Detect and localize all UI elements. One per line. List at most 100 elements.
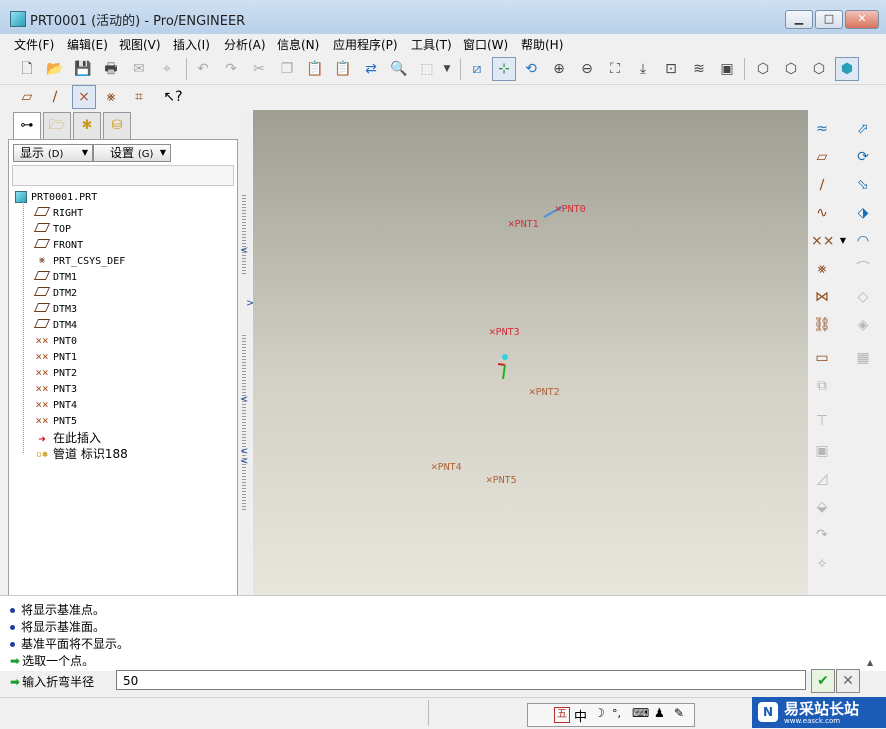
trim-icon[interactable]: ◿: [811, 468, 833, 490]
paste-special-icon[interactable]: 📋: [332, 58, 354, 80]
datum-curve-icon[interactable]: ∿: [811, 202, 833, 224]
tag-display-icon[interactable]: ⌗: [128, 86, 150, 108]
blend-icon[interactable]: ⬗: [852, 202, 874, 224]
menu-file[interactable]: 文件(F): [14, 36, 54, 53]
analysis-icon[interactable]: ⋈: [811, 286, 833, 308]
tree-item-csys[interactable]: ⨳ PRT_CSYS_DEF: [35, 254, 125, 270]
accept-button[interactable]: ✔: [811, 669, 835, 693]
chevron-down-icon[interactable]: ▼: [436, 58, 458, 80]
email-icon[interactable]: ✉: [128, 58, 150, 80]
ime-wubi-icon[interactable]: 五: [554, 707, 570, 723]
collapse-arrow-icon[interactable]: <: [240, 394, 248, 405]
zoom-out-icon[interactable]: ⊖: [576, 58, 598, 80]
shell-icon[interactable]: ▭: [811, 347, 833, 369]
tree-item-front[interactable]: FRONT: [33, 238, 83, 254]
undo-icon[interactable]: ↶: [192, 58, 214, 80]
tree-item-pnt0[interactable]: ⨯⨯ PNT0: [35, 334, 77, 350]
datum-axis-tool-icon[interactable]: ∕: [811, 174, 833, 196]
bend-radius-input[interactable]: 50: [116, 670, 806, 690]
print-icon[interactable]: 🖶: [100, 58, 122, 80]
repaint-icon[interactable]: ⧄: [466, 58, 488, 80]
model-tree-tab[interactable]: ⊶: [13, 112, 41, 140]
tree-item-pnt4[interactable]: ⨯⨯ PNT4: [35, 398, 77, 414]
tree-item-top[interactable]: TOP: [33, 222, 71, 238]
revolve-icon[interactable]: ⟳: [852, 146, 874, 168]
hole-icon[interactable]: ◠: [852, 230, 874, 252]
favorites-tab[interactable]: ✱: [73, 112, 101, 140]
plane-display-icon[interactable]: ▱: [16, 86, 38, 108]
copy-icon[interactable]: ❐: [276, 58, 298, 80]
datum-point-tool-icon[interactable]: ⨯⨯: [811, 230, 834, 252]
rib-icon[interactable]: ▦: [852, 347, 874, 369]
tree-item-pnt3[interactable]: ⨯⨯ PNT3: [35, 382, 77, 398]
find-icon[interactable]: 🔍: [388, 58, 410, 80]
wireframe-icon[interactable]: ⬡: [752, 58, 774, 80]
sweep-icon[interactable]: ⬂: [852, 174, 874, 196]
send-icon[interactable]: ⌖: [156, 58, 178, 80]
new-file-icon[interactable]: 🗋: [16, 58, 38, 80]
csys-tool-icon[interactable]: ⨳: [811, 258, 833, 280]
layers-icon[interactable]: ≋: [688, 58, 710, 80]
folder-browser-tab[interactable]: 🗁: [43, 112, 71, 140]
show-dropdown[interactable]: 显示 (D) ▼: [13, 144, 93, 162]
copy-feature-icon[interactable]: ⧉: [811, 375, 833, 397]
paste-icon[interactable]: 📋: [304, 58, 326, 80]
tree-item-dtm2[interactable]: DTM2: [33, 286, 77, 302]
refit-icon[interactable]: ⛶: [604, 58, 626, 80]
point-pnt2[interactable]: ✕PNT2: [529, 385, 560, 398]
minimize-button[interactable]: ▁: [785, 10, 813, 29]
sketched-curve-icon[interactable]: ≈: [811, 118, 833, 140]
redo-icon[interactable]: ↷: [220, 58, 242, 80]
orient-mode-icon[interactable]: ⟲: [520, 58, 542, 80]
point-pnt5[interactable]: ✕PNT5: [486, 473, 517, 486]
tree-item-dtm4[interactable]: DTM4: [33, 318, 77, 334]
tree-item-dtm1[interactable]: DTM1: [33, 270, 77, 286]
tree-item-pnt5[interactable]: ⨯⨯ PNT5: [35, 414, 77, 430]
tree-item-pipe[interactable]: ▫✱ 管道 标识188: [35, 446, 128, 462]
point-pnt4[interactable]: ✕PNT4: [431, 460, 462, 473]
tree-item-pnt1[interactable]: ⨯⨯ PNT1: [35, 350, 77, 366]
axis-display-icon[interactable]: ∕: [44, 86, 66, 108]
extrude-icon[interactable]: ⬀: [852, 118, 874, 140]
csys-display-icon[interactable]: ⨳: [100, 86, 122, 108]
saved-views-icon[interactable]: ⊡: [660, 58, 682, 80]
select-box-icon[interactable]: ⬚: [416, 58, 438, 80]
spin-center-icon[interactable]: ⊹: [492, 57, 516, 81]
round-icon[interactable]: ⌒: [852, 258, 874, 280]
field-point-icon[interactable]: ⟡: [811, 552, 833, 574]
save-icon[interactable]: 💾: [72, 58, 94, 80]
collapse-arrow-icon[interactable]: <: [240, 245, 248, 256]
panel-splitter[interactable]: < > < < <: [239, 110, 254, 595]
scroll-up-icon[interactable]: ▲: [867, 658, 873, 667]
pattern-icon[interactable]: ⬙: [811, 496, 833, 518]
ime-chinese-icon[interactable]: 中: [574, 706, 587, 725]
mirror-icon[interactable]: ⊤: [811, 410, 833, 432]
menu-insert[interactable]: 插入(I): [173, 36, 210, 53]
menu-view[interactable]: 视图(V): [119, 36, 161, 53]
menu-edit[interactable]: 编辑(E): [67, 36, 108, 53]
ime-user-icon[interactable]: ♟: [654, 706, 665, 720]
menu-window[interactable]: 窗口(W): [463, 36, 508, 53]
cut-icon[interactable]: ✂: [248, 58, 270, 80]
tree-filter-bar[interactable]: [12, 165, 234, 186]
maximize-button[interactable]: □: [815, 10, 843, 29]
context-help-icon[interactable]: ↖?: [162, 86, 184, 108]
point-display-icon[interactable]: ⨯: [72, 85, 96, 109]
tree-item-insert-here[interactable]: ➜ 在此插入: [35, 430, 101, 446]
merge-icon[interactable]: ▣: [811, 440, 833, 462]
close-button[interactable]: ✕: [845, 10, 879, 29]
ime-keyboard-icon[interactable]: ⌨: [632, 706, 649, 720]
connections-tab[interactable]: ⛁: [103, 112, 131, 140]
menu-applications[interactable]: 应用程序(P): [333, 36, 398, 53]
datum-plane-tool-icon[interactable]: ▱: [811, 146, 833, 168]
collapse-arrow-icon[interactable]: <: [240, 456, 248, 467]
ime-punct-icon[interactable]: °,: [612, 707, 621, 720]
chamfer-icon[interactable]: ◇: [852, 286, 874, 308]
cancel-button[interactable]: ✕: [836, 669, 860, 693]
draft-icon[interactable]: ◈: [852, 314, 874, 336]
no-hidden-icon[interactable]: ⬡: [808, 58, 830, 80]
open-folder-icon[interactable]: 📂: [44, 58, 66, 80]
shading-icon[interactable]: ⬢: [835, 57, 859, 81]
reorient-icon[interactable]: ⤓: [632, 58, 654, 80]
menu-info[interactable]: 信息(N): [277, 36, 319, 53]
